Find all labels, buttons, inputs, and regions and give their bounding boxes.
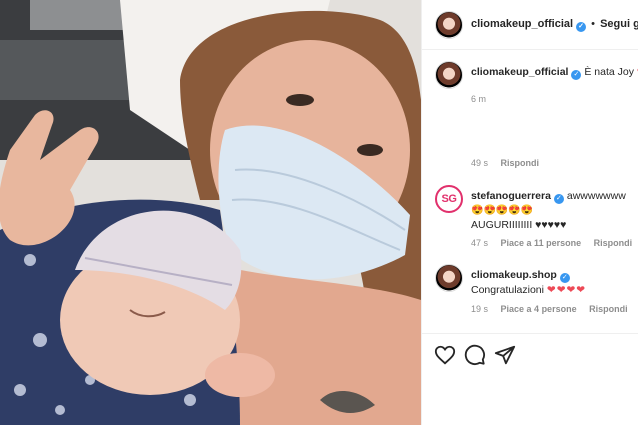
verified-icon: ✓ (559, 273, 570, 283)
comment-item: SG stefanoguerrera ✓ awwwwwww 😍😍😍😍😍 AUGUR… (422, 185, 638, 255)
comment-meta: 19 s Piace a 4 persone Rispondi (471, 304, 638, 314)
post-side-panel: cliomakeup_official✓ • Segui già cliomak… (421, 0, 638, 425)
comment-time[interactable]: 49 s (471, 158, 488, 168)
comment-body: stefanoguerrera ✓ awwwwwww 😍😍😍😍😍 AUGURIII… (471, 189, 638, 232)
comment-body: cliomakeup.shop ✓ Congratulazioni ❤❤❤❤ (471, 268, 638, 297)
caption-meta: 6 m (471, 94, 496, 104)
comment-meta: 47 s Piace a 11 persone Rispondi (471, 238, 638, 248)
post-actions (422, 333, 638, 373)
reply-button[interactable]: Rispondi (501, 158, 540, 168)
comment-icon[interactable] (464, 344, 486, 366)
commenter-avatar[interactable] (435, 264, 463, 292)
comment-text: Congratulazioni (471, 284, 544, 296)
comment-item: cliomakeup.shop ✓ Congratulazioni ❤❤❤❤ 19… (422, 264, 638, 324)
comment-text-2: AUGURIIIIIIII ♥♥♥♥♥ (471, 219, 567, 231)
share-icon[interactable] (494, 344, 516, 366)
caption-text: È nata Joy (584, 66, 634, 78)
comment-item: 49 s Rispondi (422, 140, 638, 170)
caption-author[interactable]: cliomakeup_official (471, 66, 568, 78)
comment-time[interactable]: 47 s (471, 238, 488, 248)
verified-icon: ✓ (571, 70, 582, 80)
post-author-line: cliomakeup_official✓ • Segui già (471, 18, 638, 32)
post-header: cliomakeup_official✓ • Segui già (422, 0, 638, 50)
comment-author[interactable]: cliomakeup.shop (471, 269, 557, 281)
caption-avatar[interactable] (435, 61, 463, 89)
follow-button[interactable]: Segui già (600, 18, 638, 30)
comment-text: awwwwwww (566, 190, 626, 202)
reply-button[interactable]: Rispondi (594, 238, 633, 248)
comment-author[interactable]: stefanoguerrera (471, 190, 551, 202)
emoji-row: 😍😍😍😍😍 (471, 205, 534, 216)
reply-button[interactable]: Rispondi (589, 304, 628, 314)
caption-body: cliomakeup_official✓ È nata Joy ❤ (471, 65, 638, 80)
comment-meta: 49 s Rispondi (471, 158, 549, 168)
separator-dot: • (591, 18, 596, 30)
verified-icon: ✓ (553, 194, 564, 204)
caption: cliomakeup_official✓ È nata Joy ❤ 6 m (422, 61, 638, 111)
comment-time[interactable]: 19 s (471, 304, 488, 314)
commenter-avatar[interactable]: SG (435, 185, 463, 213)
verified-icon: ✓ (576, 22, 587, 32)
author-username[interactable]: cliomakeup_official (471, 18, 573, 30)
heart-emojis: ❤❤❤❤ (546, 284, 587, 296)
likes-count[interactable]: Piace a 4 persone (501, 304, 577, 314)
caption-time[interactable]: 6 m (471, 94, 486, 104)
heart-outline-icon[interactable] (434, 344, 456, 366)
likes-count[interactable]: Piace a 11 persone (501, 238, 582, 248)
photo-illustration (0, 0, 421, 425)
author-avatar[interactable] (435, 11, 463, 39)
post-photo[interactable] (0, 0, 421, 425)
